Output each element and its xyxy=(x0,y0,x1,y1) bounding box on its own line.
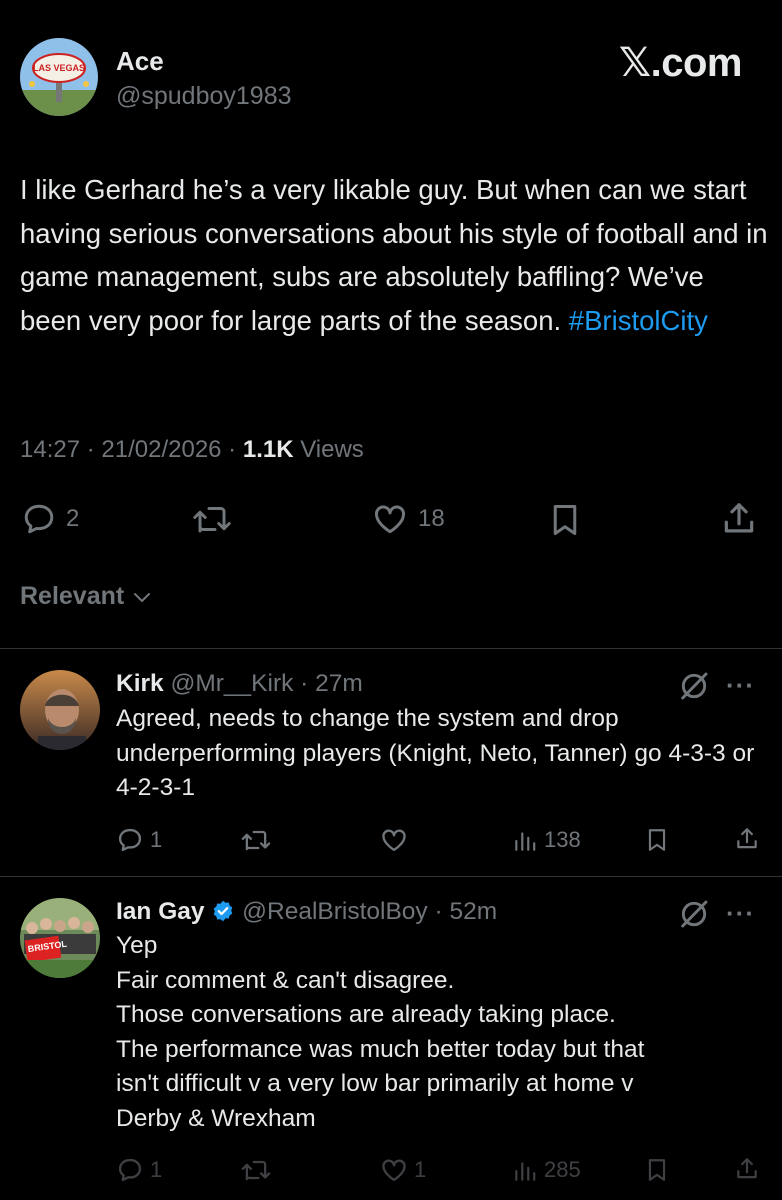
reply-time[interactable]: · 52m xyxy=(428,898,497,925)
grok-icon[interactable] xyxy=(678,898,710,930)
bookmark-icon xyxy=(547,501,583,539)
author-name[interactable]: Ace xyxy=(116,46,164,77)
retweet-button[interactable] xyxy=(190,501,234,537)
tweet-meta: 14:27 · 21/02/2026 · 1.1K Views xyxy=(20,436,364,463)
more-icon[interactable]: ··· xyxy=(726,670,755,701)
reply-icon xyxy=(116,1156,144,1184)
bookmark-icon xyxy=(644,826,670,854)
reply-avatar-ian-gay[interactable]: BRISTOL xyxy=(20,898,100,978)
reply-count: 1 xyxy=(150,1157,163,1182)
views-icon xyxy=(512,1156,538,1184)
views-count: 1.1K xyxy=(242,436,294,463)
like-icon xyxy=(380,1156,408,1184)
reply-text: Agreed, needs to change the system and d… xyxy=(116,705,755,801)
hashtag-link[interactable]: #BristolCity xyxy=(569,305,708,336)
reply-author-name[interactable]: Ian Gay xyxy=(116,898,205,925)
retweet-icon xyxy=(190,501,234,537)
bookmark-icon xyxy=(644,1156,670,1184)
tweet-time[interactable]: 14:27 xyxy=(20,436,80,463)
reply-icon xyxy=(116,826,144,854)
sort-label: Relevant xyxy=(20,582,125,610)
reply-actions: 1 1 285 xyxy=(0,1154,782,1190)
reply-line: Those conversations are already taking p… xyxy=(116,1001,616,1028)
reply-button[interactable]: 1 xyxy=(116,826,162,854)
chevron-down-icon xyxy=(130,585,154,609)
share-icon xyxy=(734,1154,760,1184)
reply-icon xyxy=(20,501,58,537)
reply-author-handle[interactable]: @RealBristolBoy xyxy=(242,898,428,925)
like-icon xyxy=(380,826,408,854)
reply-time[interactable]: · 27m xyxy=(293,670,363,697)
views-button[interactable]: 138 xyxy=(512,826,581,854)
reply-button[interactable]: 1 xyxy=(116,1156,162,1184)
reply-header-kirk: Kirk @Mr__Kirk · 27m xyxy=(116,670,363,698)
reply-line: isn't difficult v a very low bar primari… xyxy=(116,1070,634,1097)
tweet-date[interactable]: 21/02/2026 xyxy=(101,436,221,463)
like-icon xyxy=(370,501,410,537)
like-button[interactable] xyxy=(380,826,408,854)
views-icon xyxy=(512,826,538,854)
like-button[interactable]: 1 xyxy=(380,1156,426,1184)
author-handle[interactable]: @spudboy1983 xyxy=(116,82,292,111)
reply-line: Derby & Wrexham xyxy=(116,1104,316,1132)
reply-actions: 1 138 xyxy=(0,824,782,860)
x-com-logo: 𝕏.com xyxy=(618,40,743,86)
share-button[interactable] xyxy=(734,824,760,854)
views-label: Views xyxy=(293,436,364,463)
retweet-button[interactable] xyxy=(240,1156,272,1184)
reply-header-ian-gay: Ian Gay @RealBristolBoy · 52m xyxy=(116,898,497,926)
svg-text:LAS VEGAS: LAS VEGAS xyxy=(33,63,85,73)
reply-avatar-kirk[interactable] xyxy=(20,670,100,750)
bookmark-button[interactable] xyxy=(547,501,583,539)
bookmark-button[interactable] xyxy=(644,1156,670,1184)
share-button[interactable] xyxy=(734,1154,760,1184)
author-avatar[interactable]: LAS VEGAS xyxy=(20,38,98,116)
reply-count: 1 xyxy=(150,827,163,852)
retweet-icon xyxy=(240,1156,272,1184)
reply-line: The performance was much better today bu… xyxy=(116,1035,645,1063)
divider xyxy=(0,648,782,649)
share-icon xyxy=(720,499,758,539)
reply-count: 2 xyxy=(66,505,80,532)
views-button[interactable]: 285 xyxy=(512,1156,581,1184)
reply-button[interactable]: 2 xyxy=(20,501,79,537)
bookmark-button[interactable] xyxy=(644,826,670,854)
reply-line: Yep xyxy=(116,932,158,959)
tweet-text: I like Gerhard he’s a very likable guy. … xyxy=(20,174,768,336)
reply-author-handle[interactable]: @Mr__Kirk xyxy=(170,670,293,697)
more-icon[interactable]: ··· xyxy=(726,898,755,929)
grok-icon[interactable] xyxy=(678,670,710,702)
retweet-button[interactable] xyxy=(240,826,272,854)
like-button[interactable]: 18 xyxy=(370,501,445,537)
retweet-icon xyxy=(240,826,272,854)
like-count: 18 xyxy=(418,505,445,532)
verified-badge-icon xyxy=(211,899,235,923)
views-count: 285 xyxy=(544,1157,581,1182)
reply-line: Fair comment & can't disagree. xyxy=(116,966,455,994)
share-icon xyxy=(734,824,760,854)
tweet-actions: 2 18 xyxy=(0,495,782,543)
share-button[interactable] xyxy=(720,499,758,539)
sort-dropdown[interactable]: Relevant xyxy=(20,582,154,611)
like-count: 1 xyxy=(414,1157,427,1182)
reply-text: Yep Fair comment & can't disagree. Those… xyxy=(116,929,756,1136)
reply-author-name[interactable]: Kirk xyxy=(116,670,164,697)
views-count: 138 xyxy=(544,827,581,852)
divider xyxy=(0,876,782,877)
